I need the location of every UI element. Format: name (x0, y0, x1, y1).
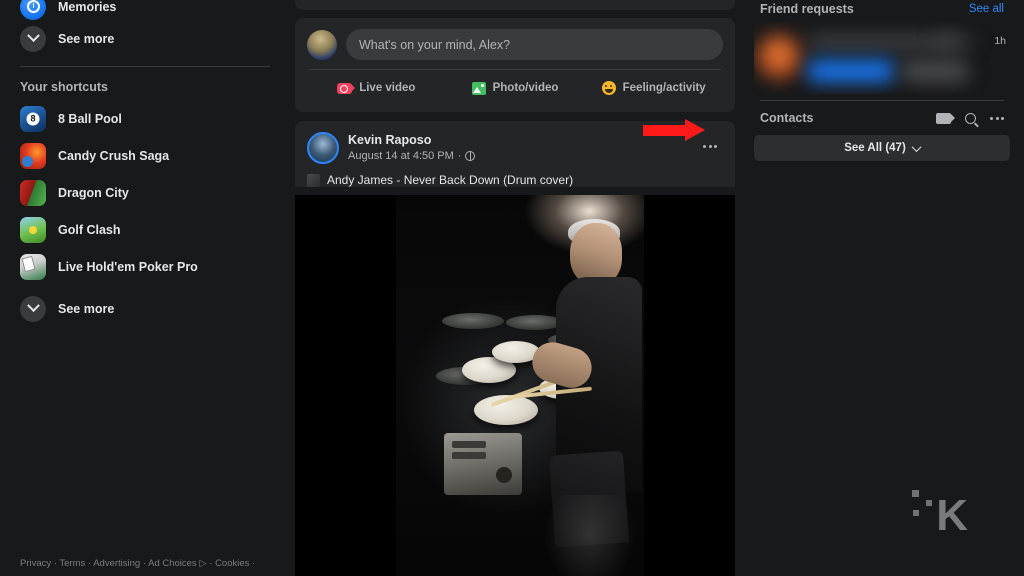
candy-crush-saga-icon (20, 142, 46, 169)
sidebar-item-candy-crush-saga[interactable]: Candy Crush Saga (12, 137, 278, 174)
friend-request-item[interactable]: 1h (754, 22, 1010, 94)
dragon-city-icon (20, 179, 46, 206)
watermark-dot (913, 510, 919, 516)
separator-dot: · (457, 149, 462, 162)
right-sidebar: Friend requests See all 1h Contacts See … (740, 0, 1024, 576)
post-timestamp[interactable]: August 14 at 4:50 PM (348, 150, 454, 162)
sidebar-item-label-memories: Memories (58, 0, 117, 14)
sidebar-item-label: Live Hold'em Poker Pro (58, 259, 198, 274)
red-annotation-arrow (643, 119, 705, 141)
live-holdem-poker-pro-icon (20, 253, 46, 280)
chevron-down-icon (20, 25, 46, 52)
video-frame (396, 195, 644, 576)
photo-video-button[interactable]: Photo/video (446, 70, 585, 106)
8-ball-pool-icon (20, 105, 46, 132)
sidebar-item-label: Candy Crush Saga (58, 148, 170, 163)
friend-request-confirm-button[interactable] (808, 60, 894, 82)
friend-requests-header: Friend requests See all (752, 0, 1012, 22)
live-video-label: Live video (359, 82, 416, 94)
footer-links[interactable]: Privacy · Terms · Advertising · Ad Choic… (20, 557, 255, 570)
friend-request-delete-button[interactable] (902, 60, 968, 82)
feeling-activity-icon (601, 81, 616, 95)
post-author-name[interactable]: Kevin Raposo (348, 132, 475, 149)
post-author-avatar[interactable] (307, 132, 339, 164)
cymbal (442, 313, 504, 329)
post-author-block: Kevin Raposo August 14 at 4:50 PM · (348, 132, 476, 162)
sidebar-item-memories[interactable]: Memories (12, 0, 278, 25)
post-caption-text: Andy James - Never Back Down (Drum cover… (327, 173, 574, 187)
see-more-bottom-label: See more (58, 301, 115, 316)
rightbar-divider (760, 100, 1004, 101)
sidebar-see-more-top-button[interactable]: See more (12, 20, 278, 57)
photo-video-label: Photo/video (492, 82, 559, 94)
live-video-button[interactable]: Live video (307, 70, 446, 106)
left-sidebar: Memories See more Your shortcuts 8 Ball … (0, 0, 290, 576)
contacts-header: Contacts (752, 109, 1012, 131)
post-composer-card: Live video Photo/video Feeling/activity (295, 18, 735, 112)
arrow-shaft (643, 125, 687, 136)
main-feed: Live video Photo/video Feeling/activity … (290, 0, 740, 576)
friend-request-time: 1h (994, 35, 1006, 47)
friend-request-avatar (756, 34, 802, 80)
sidebar-item-dragon-city[interactable]: Dragon City (12, 174, 278, 211)
sidebar-item-golf-clash[interactable]: Golf Clash (12, 211, 278, 248)
facebook-feed-page: Memories See more Your shortcuts 8 Ball … (0, 0, 1024, 576)
post-caption-row: Andy James - Never Back Down (Drum cover… (307, 173, 723, 187)
search-icon[interactable] (965, 112, 976, 124)
watermark-logo: K (910, 482, 972, 538)
sidebar-item-label: Golf Clash (58, 222, 121, 237)
lower-drum-kit (544, 495, 636, 576)
photo-video-icon (471, 81, 486, 95)
three-dots-icon[interactable] (990, 116, 1004, 120)
chevron-down-icon (20, 295, 46, 322)
drummer-head (570, 223, 622, 285)
post-meta: August 14 at 4:50 PM · (348, 149, 476, 162)
friend-request-mutual-blurred (936, 36, 972, 47)
sidebar-item-live-holdem-poker-pro[interactable]: Live Hold'em Poker Pro (12, 248, 278, 285)
friend-requests-title: Friend requests (760, 2, 854, 16)
live-video-icon (337, 82, 356, 94)
chevron-down-icon (911, 141, 922, 152)
sidebar-see-more-bottom-button[interactable]: See more (12, 290, 278, 327)
globe-icon (465, 150, 476, 161)
composer-actions-row: Live video Photo/video Feeling/activity (307, 70, 723, 106)
drum-module (444, 433, 522, 495)
song-thumbnail-icon (307, 173, 320, 187)
post-video-player[interactable] (295, 195, 735, 576)
see-all-contacts-button[interactable]: See All (47) (754, 135, 1010, 161)
shortcuts-section-title: Your shortcuts (20, 80, 108, 94)
sidebar-item-8-ball-pool[interactable]: 8 Ball Pool (12, 100, 278, 137)
feeling-activity-label: Feeling/activity (622, 82, 706, 94)
friend-requests-see-all-link[interactable]: See all (969, 3, 1004, 15)
arrow-head (685, 119, 705, 141)
previous-card-partial (295, 0, 735, 10)
three-dots-icon (703, 144, 706, 148)
feeling-activity-button[interactable]: Feeling/activity (584, 70, 723, 106)
watermark-letter: K (936, 491, 968, 540)
composer-input[interactable] (346, 29, 723, 60)
contacts-actions (936, 112, 1004, 124)
contacts-title: Contacts (760, 111, 814, 125)
watermark-dot (912, 490, 919, 497)
watermark-dot (926, 500, 932, 506)
composer-top-row (307, 29, 723, 60)
avatar[interactable] (307, 29, 337, 60)
see-all-contacts-label: See All (47) (844, 142, 906, 154)
see-more-top-label: See more (58, 31, 115, 46)
memories-icon (20, 0, 46, 20)
sidebar-divider (20, 66, 270, 67)
sidebar-item-label: Dragon City (58, 185, 129, 200)
sidebar-item-label: 8 Ball Pool (58, 111, 122, 126)
video-call-icon[interactable] (936, 112, 955, 124)
golf-clash-icon (20, 216, 46, 243)
